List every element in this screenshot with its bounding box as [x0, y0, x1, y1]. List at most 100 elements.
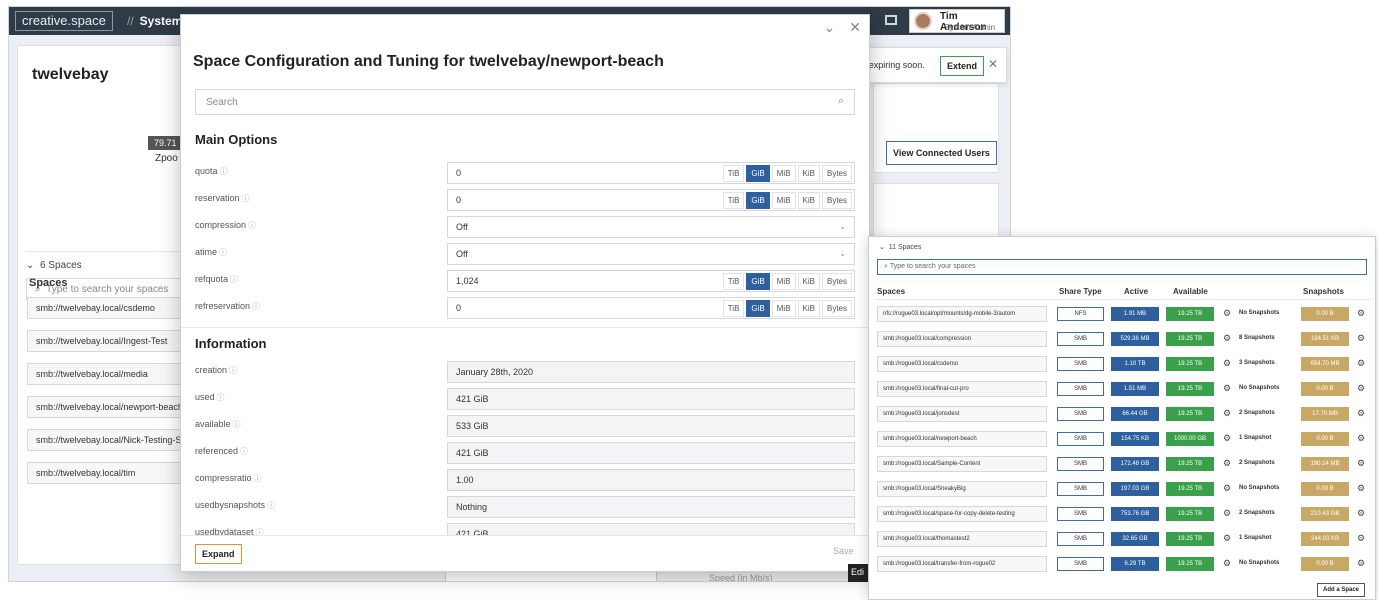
option-field[interactable]: 1,024 TiB GiB MiB KiB Bytes — [447, 270, 855, 292]
space-path[interactable]: nfs://rogue03.local/opt/mounts/dg-mobile… — [877, 306, 1047, 322]
list-item[interactable]: smb://twelvebay.local/Ingest-Test — [27, 330, 187, 352]
gear-icon[interactable]: ⚙ — [1223, 383, 1231, 394]
option-field[interactable]: 0 TiB GiB MiB KiB Bytes — [447, 189, 855, 211]
app-logo[interactable]: creative.space — [15, 11, 113, 31]
gear-icon[interactable]: ⚙ — [1223, 408, 1231, 419]
unit-button[interactable]: MiB — [771, 273, 796, 290]
unit-button[interactable]: Bytes — [821, 192, 852, 209]
info-icon[interactable]: ⓘ — [217, 393, 225, 402]
list-item[interactable]: smb://twelvebay.local/media — [27, 363, 187, 385]
unit-button[interactable]: Bytes — [821, 300, 852, 317]
gear-icon[interactable]: ⚙ — [1223, 433, 1231, 444]
chevron-down-icon[interactable]: ⌄ — [824, 19, 836, 35]
gear-icon[interactable]: ⚙ — [1357, 533, 1365, 544]
gear-icon[interactable]: ⚙ — [1357, 333, 1365, 344]
user-menu[interactable]: Tim Anderson System Admin — [909, 9, 1005, 33]
gear-icon[interactable]: ⚙ — [1223, 533, 1231, 544]
gear-icon[interactable]: ⚙ — [1223, 358, 1231, 369]
unit-button[interactable]: MiB — [771, 192, 796, 209]
info-icon[interactable]: ⓘ — [267, 501, 275, 510]
extend-button[interactable]: Extend — [940, 56, 985, 76]
space-path[interactable]: smb://rogue03.local/thomastest2 — [877, 531, 1047, 547]
info-icon[interactable]: ⓘ — [220, 167, 228, 176]
gear-icon[interactable]: ⚙ — [1357, 308, 1365, 319]
info-icon[interactable]: ⓘ — [230, 275, 238, 284]
space-path[interactable]: smb://rogue03.local/space-for-copy-delet… — [877, 506, 1047, 522]
option-field[interactable]: Off ⌄ — [447, 216, 855, 238]
gear-icon[interactable]: ⚙ — [1223, 308, 1231, 319]
gear-icon[interactable]: ⚙ — [1357, 383, 1365, 394]
space-path[interactable]: smb://rogue03.local/newport-beach — [877, 431, 1047, 447]
unit-button[interactable]: KiB — [797, 300, 820, 317]
close-icon[interactable]: ✕ — [849, 19, 861, 35]
info-icon[interactable]: ⓘ — [240, 447, 248, 456]
space-path[interactable]: smb://rogue03.local/final-cut-pro — [877, 381, 1047, 397]
space-path[interactable]: smb://rogue03.local/Sample-Content — [877, 456, 1047, 472]
space-path[interactable]: smb://rogue03.local/csdemo — [877, 356, 1047, 372]
search-placeholder: Type to search your spaces — [889, 263, 976, 270]
gear-icon[interactable]: ⚙ — [1357, 483, 1365, 494]
unit-button[interactable]: Bytes — [821, 165, 852, 182]
gear-icon[interactable]: ⚙ — [1223, 558, 1231, 569]
info-value: 421 GiB — [456, 448, 489, 458]
unit-button[interactable]: GiB — [746, 192, 770, 209]
info-icon[interactable]: ⓘ — [219, 248, 227, 257]
expand-button[interactable]: Expand — [195, 544, 242, 564]
add-space-button[interactable]: Add a Space — [1317, 583, 1366, 597]
snapshot-size-badge: 0.00 B — [1301, 307, 1349, 321]
gear-icon[interactable]: ⚙ — [1223, 483, 1231, 494]
info-icon[interactable]: ⓘ — [242, 194, 250, 203]
option-field[interactable]: 0 TiB GiB MiB KiB Bytes — [447, 162, 855, 184]
info-icon[interactable]: ⓘ — [233, 420, 241, 429]
gear-icon[interactable]: ⚙ — [1223, 458, 1231, 469]
unit-button[interactable]: KiB — [797, 165, 820, 182]
space-path[interactable]: smb://rogue03.local/jonsdest — [877, 406, 1047, 422]
unit-button[interactable]: TiB — [722, 300, 745, 317]
available-size-badge: 19.25 TB — [1166, 307, 1214, 321]
info-icon[interactable]: ⓘ — [254, 474, 262, 483]
unit-button[interactable]: TiB — [722, 273, 745, 290]
unit-button[interactable]: KiB — [797, 192, 820, 209]
unit-button[interactable]: KiB — [797, 273, 820, 290]
gear-icon[interactable]: ⚙ — [1357, 358, 1365, 369]
gear-icon[interactable]: ⚙ — [1357, 408, 1365, 419]
unit-button[interactable]: Bytes — [821, 273, 852, 290]
list-item[interactable]: smb://twelvebay.local/csdemo — [27, 297, 187, 319]
list-item[interactable]: smb://twelvebay.local/newport-beach — [27, 396, 187, 418]
gear-icon[interactable]: ⚙ — [1357, 433, 1365, 444]
option-field[interactable]: Off ⌄ — [447, 243, 855, 265]
unit-button[interactable]: TiB — [722, 192, 745, 209]
gear-icon[interactable]: ⚙ — [1223, 333, 1231, 344]
view-connected-users-button[interactable]: View Connected Users — [886, 141, 997, 165]
edit-tab[interactable]: Edi — [848, 564, 870, 582]
close-icon[interactable]: ✕ — [988, 57, 998, 71]
option-field[interactable]: 0 TiB GiB MiB KiB Bytes — [447, 297, 855, 319]
space-path[interactable]: smb://rogue03.local/transfer-from-rogue0… — [877, 556, 1047, 572]
list-item[interactable]: smb://twelvebay.local/tim — [27, 462, 187, 484]
spaces-toggle[interactable]: ⌄ 6 Spaces — [26, 251, 190, 271]
unit-button[interactable]: MiB — [771, 300, 796, 317]
info-label-text: available — [195, 419, 231, 429]
spaces-toggle[interactable]: ⌄ 11 Spaces — [879, 243, 921, 251]
unit-button[interactable]: GiB — [746, 165, 770, 182]
info-icon[interactable]: ⓘ — [252, 302, 260, 311]
list-item[interactable]: smb://twelvebay.local/Nick-Testing-STA — [27, 429, 187, 451]
notifications-icon[interactable] — [885, 15, 897, 25]
info-icon[interactable]: ⓘ — [229, 366, 237, 375]
unit-button[interactable]: MiB — [771, 165, 796, 182]
modal-search-input[interactable]: Search ⌕ — [195, 89, 855, 115]
space-path[interactable]: smb://rogue03.local/SneakyBig — [877, 481, 1047, 497]
panel-search-input[interactable]: ⌕ Type to search your spaces — [877, 259, 1367, 275]
info-icon[interactable]: ⓘ — [248, 221, 256, 230]
breadcrumb-section[interactable]: System — [140, 14, 183, 28]
save-button[interactable]: Save — [833, 546, 854, 556]
gear-icon[interactable]: ⚙ — [1357, 508, 1365, 519]
unit-button[interactable]: GiB — [746, 300, 770, 317]
gear-icon[interactable]: ⚙ — [1223, 508, 1231, 519]
snapshot-size-badge: 0.00 B — [1301, 557, 1349, 571]
gear-icon[interactable]: ⚙ — [1357, 458, 1365, 469]
gear-icon[interactable]: ⚙ — [1357, 558, 1365, 569]
space-path[interactable]: smb://rogue03.local/compression — [877, 331, 1047, 347]
unit-button[interactable]: TiB — [722, 165, 745, 182]
unit-button[interactable]: GiB — [746, 273, 770, 290]
